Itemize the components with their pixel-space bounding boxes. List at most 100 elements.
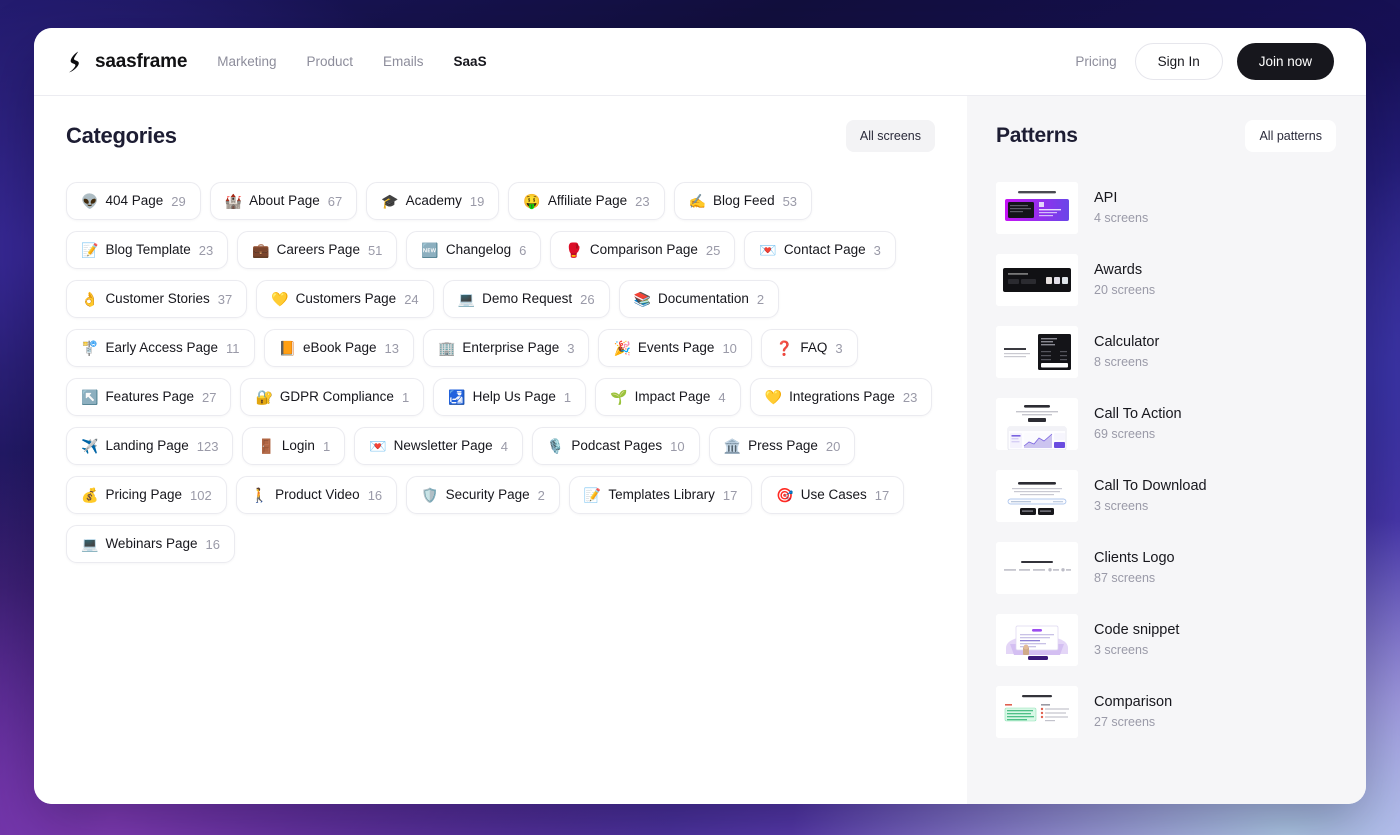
nav-item-marketing[interactable]: Marketing: [217, 54, 276, 69]
category-label: Early Access Page: [105, 341, 218, 355]
sign-in-button[interactable]: Sign In: [1135, 43, 1223, 80]
category-chip[interactable]: 🎓Academy19: [366, 182, 499, 220]
nav-item-emails[interactable]: Emails: [383, 54, 424, 69]
category-chip[interactable]: 💛Customers Page24: [256, 280, 433, 318]
brand[interactable]: saasframe: [66, 51, 187, 73]
category-count: 102: [190, 489, 212, 502]
pattern-name: Calculator: [1094, 334, 1159, 351]
pattern-text: Comparison27 screens: [1094, 694, 1172, 729]
category-chip[interactable]: 📙eBook Page13: [264, 329, 414, 367]
download-thumb: [996, 470, 1078, 522]
category-count: 10: [722, 342, 736, 355]
category-emoji-icon: 🚏: [81, 341, 98, 355]
category-chip[interactable]: 💻Demo Request26: [443, 280, 610, 318]
patterns-panel: Patterns All patterns API4 screens Award…: [967, 96, 1366, 804]
category-chip[interactable]: 🤑Affiliate Page23: [508, 182, 664, 220]
category-chip[interactable]: ✍️Blog Feed53: [674, 182, 812, 220]
category-count: 3: [567, 342, 574, 355]
category-chip[interactable]: 🎉Events Page10: [598, 329, 751, 367]
pattern-row[interactable]: Call To Action69 screens: [996, 398, 1336, 450]
category-count: 1: [564, 391, 571, 404]
pattern-row[interactable]: Code snippet3 screens: [996, 614, 1336, 666]
category-chip[interactable]: 🏰About Page67: [210, 182, 357, 220]
all-patterns-button[interactable]: All patterns: [1245, 120, 1336, 152]
all-screens-button[interactable]: All screens: [846, 120, 935, 152]
category-label: Contact Page: [784, 243, 866, 257]
category-chip[interactable]: 🏢Enterprise Page3: [423, 329, 589, 367]
category-chip[interactable]: 🚪Login1: [242, 427, 345, 465]
category-emoji-icon: 💼: [252, 243, 269, 257]
category-chip[interactable]: 🌱Impact Page4: [595, 378, 740, 416]
category-count: 37: [218, 293, 232, 306]
nav-item-product[interactable]: Product: [307, 54, 354, 69]
category-chip[interactable]: 📝Templates Library17: [569, 476, 752, 514]
category-chip[interactable]: 💰Pricing Page102: [66, 476, 227, 514]
category-label: Newsletter Page: [394, 439, 493, 453]
category-emoji-icon: 💌: [369, 439, 386, 453]
category-label: About Page: [249, 194, 320, 208]
category-chip[interactable]: 👽404 Page29: [66, 182, 201, 220]
category-label: Enterprise Page: [462, 341, 559, 355]
category-count: 19: [470, 195, 484, 208]
category-chip[interactable]: 🛡️Security Page2: [406, 476, 560, 514]
category-label: 404 Page: [105, 194, 163, 208]
category-chip[interactable]: 📝Blog Template23: [66, 231, 228, 269]
pattern-row[interactable]: Awards 20 screens: [996, 254, 1336, 306]
awards-thumb: [996, 254, 1078, 306]
category-emoji-icon: ✍️: [689, 194, 706, 208]
join-now-button[interactable]: Join now: [1237, 43, 1334, 80]
cta-thumb: [996, 398, 1078, 450]
pattern-screen-count: 20 screens: [1094, 283, 1155, 298]
category-label: GDPR Compliance: [280, 390, 394, 404]
category-chip[interactable]: 🥊Comparison Page25: [550, 231, 735, 269]
category-chip[interactable]: ❓FAQ3: [761, 329, 858, 367]
category-count: 16: [368, 489, 382, 502]
category-count: 4: [501, 440, 508, 453]
pattern-row[interactable]: Call To Download3 screens: [996, 470, 1336, 522]
category-emoji-icon: 🎙️: [547, 439, 564, 453]
category-emoji-icon: 🥊: [565, 243, 582, 257]
category-count: 67: [328, 195, 342, 208]
category-emoji-icon: 🚶: [251, 488, 268, 502]
category-chip[interactable]: 💻Webinars Page16: [66, 525, 235, 563]
category-emoji-icon: 💛: [765, 390, 782, 404]
category-emoji-icon: 🌱: [610, 390, 627, 404]
category-chip[interactable]: ↖️Features Page27: [66, 378, 231, 416]
category-label: eBook Page: [303, 341, 377, 355]
category-chip[interactable]: 💛Integrations Page23: [750, 378, 933, 416]
category-emoji-icon: 💰: [81, 488, 98, 502]
category-chip[interactable]: 📚Documentation2: [619, 280, 779, 318]
category-emoji-icon: 🔐: [255, 390, 272, 404]
nav-item-pricing[interactable]: Pricing: [1075, 54, 1116, 69]
category-chip[interactable]: 🔐 GDPR Compliance 1: [240, 378, 424, 416]
category-chip[interactable]: ✈️Landing Page123: [66, 427, 233, 465]
clients-thumb: [996, 542, 1078, 594]
pattern-row[interactable]: Calculator8 screens: [996, 326, 1336, 378]
main-nav: Marketing Product Emails SaaS: [217, 54, 486, 69]
category-count: 6: [519, 244, 526, 257]
pattern-name: Awards: [1094, 262, 1155, 279]
category-chip[interactable]: 👌Customer Stories37: [66, 280, 247, 318]
category-count: 27: [202, 391, 216, 404]
category-chip[interactable]: 🚶Product Video16: [236, 476, 397, 514]
pattern-row[interactable]: API4 screens: [996, 182, 1336, 234]
category-count: 1: [402, 391, 409, 404]
category-chip[interactable]: 🎯Use Cases17: [761, 476, 904, 514]
app-window: saasframe Marketing Product Emails SaaS …: [34, 28, 1366, 804]
category-chip[interactable]: 🛃Help Us Page1: [433, 378, 586, 416]
category-label: Careers Page: [277, 243, 360, 257]
category-count: 53: [783, 195, 797, 208]
pattern-row[interactable]: Clients Logo87 screens: [996, 542, 1336, 594]
nav-item-saas[interactable]: SaaS: [454, 54, 487, 69]
categories-header: Categories All screens: [66, 120, 935, 152]
category-chip[interactable]: 🚏Early Access Page11: [66, 329, 255, 367]
category-chip[interactable]: 🎙️Podcast Pages10: [532, 427, 700, 465]
category-chip[interactable]: 🏛️Press Page20: [709, 427, 856, 465]
pattern-row[interactable]: Comparison27 screens: [996, 686, 1336, 738]
category-chip[interactable]: 💌 Newsletter Page 4: [354, 427, 523, 465]
pattern-screen-count: 3 screens: [1094, 499, 1207, 514]
category-emoji-icon: 💻: [458, 292, 475, 306]
category-chip[interactable]: 🆕Changelog6: [406, 231, 541, 269]
category-chip[interactable]: 💼Careers Page51: [237, 231, 397, 269]
category-chip[interactable]: 💌Contact Page3: [744, 231, 895, 269]
